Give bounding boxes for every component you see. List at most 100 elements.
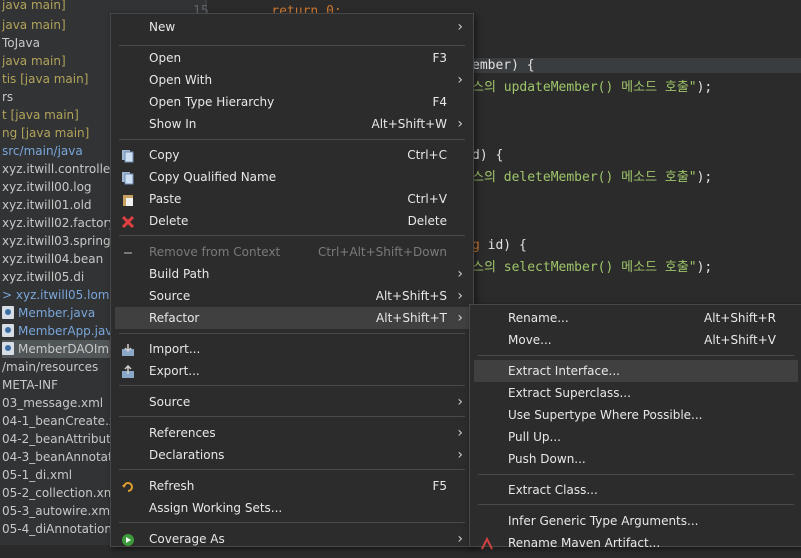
tree-item-label: 05-1_di.xml [2,468,73,482]
menu-item-import[interactable]: Import... [115,338,469,360]
code-text: ); [696,170,713,185]
menu-item-delete[interactable]: Delete Delete [115,210,469,232]
tree-item-label: xyz.itwill.controller [2,162,116,176]
menu-item-shortcut: F3 [432,51,447,65]
menu-separator [119,139,465,140]
menu-item-pull-up[interactable]: Pull Up... [474,426,798,448]
code-line: 스의 selectMember() 메소드 호출"); [472,256,712,275]
copy-icon [121,148,135,163]
context-menu: New › Open F3 Open With › Open Type Hierarchy F… [110,13,474,547]
menu-item-shortcut: Alt+Shift+R [704,311,776,325]
menu-item-label: Export... [149,364,200,378]
menu-item-label: Open Type Hierarchy [149,95,275,109]
tree-item-label: ng [java main] [2,126,90,140]
paste-icon [121,192,135,206]
menu-item-rename-maven-artifact[interactable]: Rename Maven Artifact... [474,532,798,554]
menu-item-build-path[interactable]: Build Path › [115,263,469,285]
menu-item-paste[interactable]: Paste Ctrl+V [115,188,469,210]
menu-item-open[interactable]: Open F3 [115,47,469,69]
menu-item-label: Coverage As [149,532,225,546]
tree-item-label: src/main/java [2,144,83,158]
menu-separator [119,235,465,236]
tree-item-label: 05-4_diAnnotation.x [2,522,123,536]
java-file-icon [2,324,14,337]
menu-item-shortcut: F5 [432,479,447,493]
remove-icon [121,245,135,259]
menu-item-infer-generic-type-arguments[interactable]: Infer Generic Type Arguments... [474,510,798,532]
menu-item-copy-qualified-name[interactable]: Copy Qualified Name [115,166,469,188]
menu-item-refresh[interactable]: Refresh F5 [115,475,469,497]
chevron-right-icon: › [457,72,463,88]
refactor-submenu: Rename... Alt+Shift+R Move... Alt+Shift+V Ex… [469,304,801,550]
menu-item-label: Open [149,51,182,65]
menu-item-use-supertype-where-possible[interactable]: Use Supertype Where Possible... [474,404,798,426]
menu-separator [478,504,794,505]
menu-item-extract-interface[interactable]: Extract Interface... [474,360,798,382]
menu-item-open-with[interactable]: Open With › [115,69,469,91]
menu-item-label: Extract Superclass... [508,386,631,400]
menu-item-label: References [149,426,216,440]
menu-separator [478,474,794,475]
menu-item-shortcut: Ctrl+C [407,148,447,162]
chevron-right-icon: › [457,394,463,410]
menu-item-shortcut: Delete [407,214,447,228]
tree-item[interactable]: java main] [2,0,205,14]
menu-item-export[interactable]: Export... [115,360,469,382]
menu-item-open-type-hierarchy[interactable]: Open Type Hierarchy F4 [115,91,469,113]
tree-item-label: rs [2,90,14,104]
menu-item-rename[interactable]: Rename... Alt+Shift+R [474,307,798,329]
menu-item-shortcut: Alt+Shift+W [371,117,448,131]
menu-item-label: Remove from Context [149,245,281,259]
menu-item-label: Source [149,395,191,409]
menu-item-label: Show In [149,117,197,131]
menu-item-extract-superclass[interactable]: Extract Superclass... [474,382,798,404]
code-line: ember) { [472,58,801,73]
tree-item-label: xyz.itwill02.factory [2,216,116,230]
menu-item-label: Assign Working Sets... [149,501,283,515]
code-text: ); [696,260,713,275]
menu-item-declarations[interactable]: Declarations › [115,444,469,466]
tree-item-label: tis [java main] [2,72,89,86]
code-line: d) { [472,148,504,163]
menu-separator [119,45,465,46]
tree-item-label: ToJava [2,36,40,50]
menu-separator [478,355,794,356]
menu-item-new[interactable]: New › [115,16,469,38]
menu-item-label: Extract Class... [508,483,598,497]
tree-item-label: META-INF [2,378,59,392]
chevron-right-icon: › [457,310,463,326]
menu-item-push-down[interactable]: Push Down... [474,448,798,470]
menu-item-source[interactable]: Source Alt+Shift+S › [115,285,469,307]
chevron-right-icon: › [457,425,463,441]
menu-item-shortcut: Alt+Shift+T [376,311,447,325]
import-icon [121,342,135,356]
menu-item-label: Build Path [149,267,210,281]
menu-item-refactor[interactable]: Refactor Alt+Shift+T › [115,307,469,329]
chevron-right-icon: › [457,447,463,463]
menu-item-extract-class[interactable]: Extract Class... [474,479,798,501]
menu-item-move[interactable]: Move... Alt+Shift+V [474,329,798,351]
code-line: 스의 deleteMember() 메소드 호출"); [472,166,712,185]
menu-item-label: Declarations [149,448,225,462]
menu-item-references[interactable]: References › [115,422,469,444]
coverage-icon [121,532,135,546]
menu-item-remove-from-context[interactable]: Remove from Context Ctrl+Alt+Shift+Down [115,241,469,263]
chevron-right-icon: › [457,531,463,547]
tree-item-label: xyz.itwill04.bean [2,252,104,266]
menu-item-copy[interactable]: Copy Ctrl+C [115,144,469,166]
menu-item-coverage-as[interactable]: Coverage As › [115,528,469,550]
menu-item-label: New [149,20,176,34]
tree-item-label: xyz.itwill03.spring [2,234,111,248]
tree-item-label: /main/resources [2,360,99,374]
tree-item-label: xyz.itwill05.di [2,270,85,284]
tree-item-label: t [java main] [2,108,79,122]
code-string: 스의 updateMember() 메소드 호출" [472,80,697,95]
menu-item-label: Refactor [149,311,200,325]
tree-item-label: xyz.itwill00.log [2,180,92,194]
menu-separator [119,385,465,386]
menu-item-assign-working-sets[interactable]: Assign Working Sets... [115,497,469,519]
menu-item-show-in[interactable]: Show In Alt+Shift+W › [115,113,469,135]
java-file-icon [2,342,14,355]
menu-separator [119,522,465,523]
menu-item-source[interactable]: Source › [115,391,469,413]
